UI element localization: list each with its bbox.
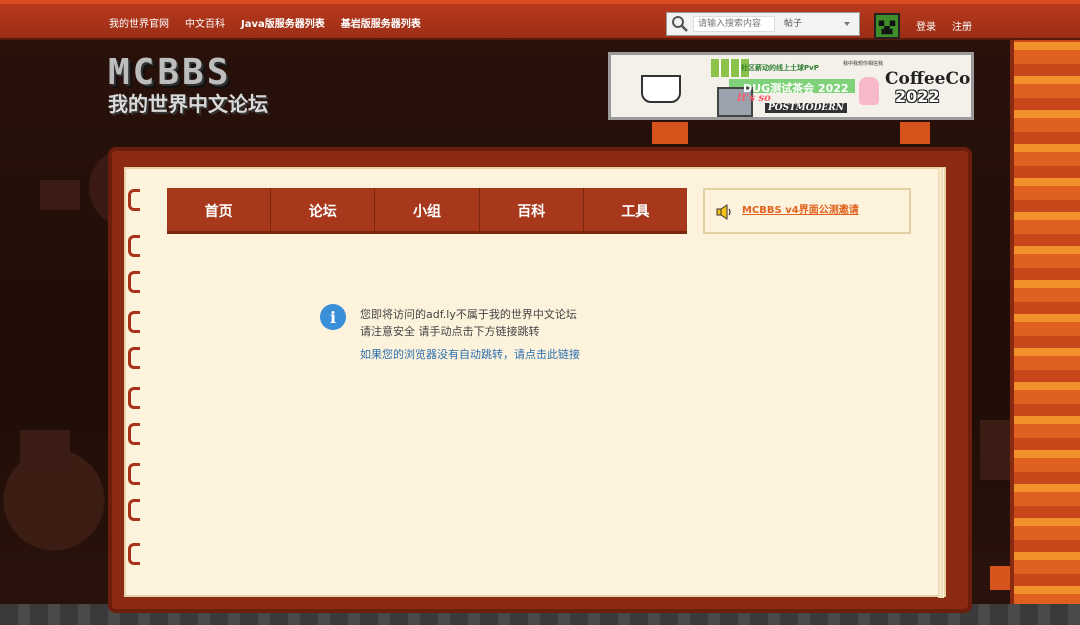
link-official-site[interactable]: 我的世界官网 — [109, 15, 169, 30]
lava-block — [990, 566, 1010, 590]
auth-links: 登录 注册 — [916, 18, 972, 33]
top-links: 我的世界官网 中文百科 Java版服务器列表 基岩版服务器列表 — [109, 15, 421, 30]
banner-line2: 我中我想你相信我 — [843, 61, 884, 67]
nav-wiki[interactable]: 百科 — [480, 188, 584, 234]
binder-ring — [128, 189, 140, 211]
search-scope-label: 帖子 — [784, 19, 803, 29]
redirect-message: i 您即将访问的adf.ly不属于我的世界中文论坛 请注意安全 请手动点击下方链… — [320, 304, 640, 374]
message-line2: 请注意安全 请手动点击下方链接跳转 — [360, 325, 540, 338]
login-link[interactable]: 登录 — [916, 18, 936, 33]
register-link[interactable]: 注册 — [952, 18, 972, 33]
redirect-link[interactable]: 如果您的浏览器没有自动跳转，请点击此链接 — [360, 346, 580, 362]
link-java-servers[interactable]: Java版服务器列表 — [241, 15, 325, 30]
logo-title: MCBBS — [108, 52, 232, 93]
banner-line1: 社区薪动的线上土球PvP — [741, 64, 819, 72]
event-banner[interactable]: 社区薪动的线上土球PvP 我中我想你相信我 DUG测试茶会 2022 It's … — [608, 52, 974, 120]
announcement-box: MCBBS v4界面公测邀请 — [703, 188, 911, 234]
link-wiki[interactable]: 中文百科 — [185, 15, 225, 30]
main-nav: 首页 论坛 小组 百科 工具 — [167, 188, 687, 234]
info-icon: i — [320, 304, 346, 330]
binder-ring — [128, 543, 140, 565]
search-icon[interactable] — [671, 15, 689, 33]
logo-subtitle: 我的世界中文论坛 — [108, 92, 268, 116]
background-block — [980, 420, 1010, 480]
bunny-icon — [859, 77, 879, 105]
page-edge — [938, 168, 944, 598]
search-box: 请输入搜索内容 帖子 — [666, 12, 860, 36]
nav-tools[interactable]: 工具 — [584, 188, 687, 234]
coffee-cup-icon — [641, 75, 681, 103]
search-scope-select[interactable]: 帖子 — [780, 16, 856, 32]
background-block — [20, 430, 70, 470]
binder-ring — [128, 463, 140, 485]
message-line1: 您即将访问的adf.ly不属于我的世界中文论坛 — [360, 308, 577, 321]
creeper-avatar-icon[interactable] — [874, 13, 900, 39]
banner-line6: CoffeeCon — [885, 69, 974, 89]
banner-line7: 2022 — [895, 87, 940, 106]
banner-line5: POSTMODERN — [765, 103, 847, 113]
binder-ring — [128, 235, 140, 257]
link-bedrock-servers[interactable]: 基岩版服务器列表 — [341, 15, 421, 30]
binder-ring — [128, 387, 140, 409]
banner-post-left — [652, 122, 688, 144]
top-bar: 我的世界官网 中文百科 Java版服务器列表 基岩版服务器列表 请输入搜索内容 … — [0, 0, 1080, 40]
background-block — [40, 180, 80, 210]
nav-groups[interactable]: 小组 — [375, 188, 480, 234]
chevron-down-icon — [844, 22, 850, 26]
site-logo[interactable]: MCBBS 我的世界中文论坛 — [108, 52, 313, 118]
speaker-icon — [716, 204, 731, 220]
binder-rings — [128, 185, 148, 585]
nav-forum[interactable]: 论坛 — [271, 188, 376, 234]
binder-ring — [128, 499, 140, 521]
binder-ring — [128, 347, 140, 369]
nav-home[interactable]: 首页 — [167, 188, 272, 234]
banner-post-right — [900, 122, 930, 144]
binder-ring — [128, 423, 140, 445]
binder-ring — [128, 271, 140, 293]
announcement-link[interactable]: MCBBS v4界面公测邀请 — [742, 201, 859, 216]
binder-ring — [128, 311, 140, 333]
search-input[interactable]: 请输入搜索内容 — [693, 16, 775, 32]
lava-column — [1010, 38, 1080, 608]
